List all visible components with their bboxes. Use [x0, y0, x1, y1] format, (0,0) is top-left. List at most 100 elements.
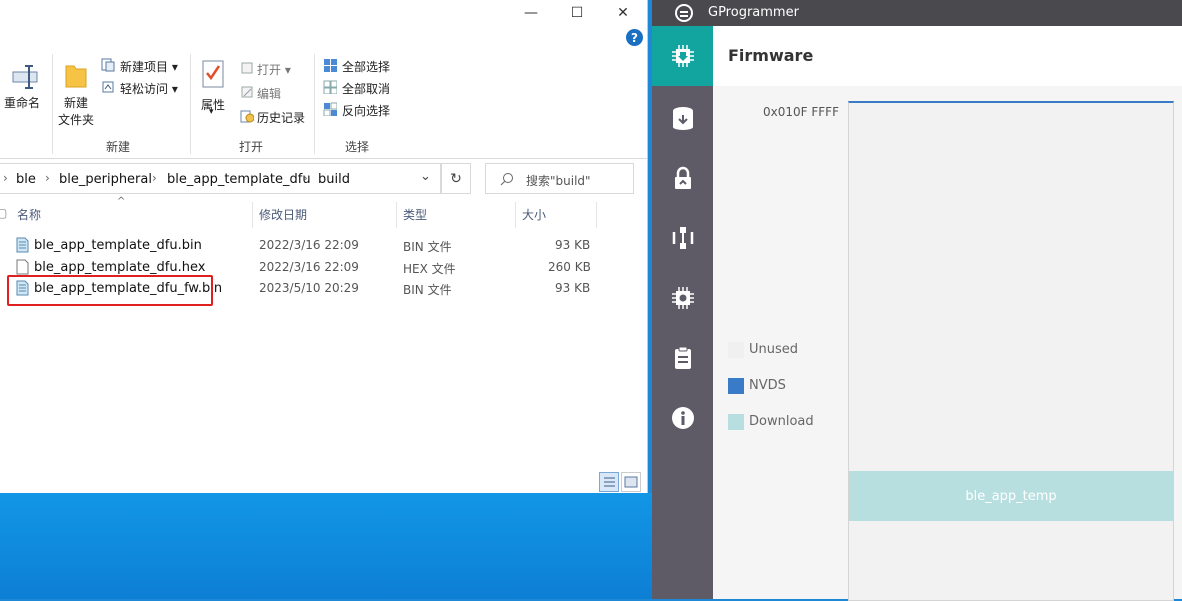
breadcrumb-ble-peripheral[interactable]: ble_peripheral: [59, 172, 152, 187]
open-icon: [241, 62, 253, 74]
sidebar-item-connection[interactable]: [652, 208, 713, 268]
legend-label: NVDS: [749, 378, 786, 393]
app-title: GProgrammer: [708, 5, 799, 20]
column-separator[interactable]: [515, 202, 516, 228]
easy-access-button[interactable]: 轻松访问 ▾: [120, 80, 178, 97]
select-none-icon: [323, 80, 337, 94]
select-none-button[interactable]: 全部取消: [342, 80, 390, 97]
sidebar-item-about[interactable]: [652, 388, 713, 448]
chevron-right-icon: ›: [45, 171, 50, 185]
details-view-button[interactable]: [599, 472, 619, 492]
details-view-icon: [604, 477, 615, 487]
file-date: 2022/3/16 22:09: [259, 238, 359, 252]
view-toggle: [599, 472, 643, 492]
large-icons-view-button[interactable]: [621, 472, 641, 492]
breadcrumb-build[interactable]: build: [318, 172, 350, 187]
new-item-button[interactable]: 新建项目 ▾: [120, 58, 178, 75]
sidebar-item-storage[interactable]: [652, 88, 713, 148]
firmware-panel: 0x010F FFFF Unused NVDS Download ble_app…: [713, 86, 1182, 601]
sort-ascending-icon: ^: [117, 196, 126, 207]
legend-swatch: [728, 378, 744, 394]
address-bar[interactable]: › ble › ble_peripheral › ble_app_templat…: [0, 163, 441, 194]
file-icon: [16, 259, 29, 275]
column-separator[interactable]: [396, 202, 397, 228]
column-header-name[interactable]: 名称: [17, 206, 41, 223]
info-icon: [671, 407, 694, 429]
ribbon-group-new: 新建: [106, 140, 131, 154]
connection-icon: [672, 227, 693, 249]
file-explorer-window: — ☐ ✕ ? 重命名 新建 文件夹 新建项目 ▾ 轻松访问 ▾ 新建 属性 ▾…: [0, 0, 648, 493]
address-dropdown-icon[interactable]: ⌄: [420, 169, 431, 184]
column-separator[interactable]: [596, 202, 597, 228]
gprogrammer-window: GProgrammer Firmware 0x010F FFFF Unused …: [652, 0, 1182, 601]
edit-button[interactable]: 编辑: [257, 85, 281, 102]
column-header-type[interactable]: 类型: [403, 206, 427, 223]
invert-selection-icon: [323, 102, 337, 116]
legend-swatch: [728, 342, 744, 358]
file-type: HEX 文件: [403, 262, 456, 276]
gprogrammer-logo-icon: [675, 4, 693, 22]
firmware-chip-icon: [671, 45, 694, 67]
refresh-button[interactable]: ↻: [441, 163, 471, 194]
close-button[interactable]: ✕: [600, 0, 646, 26]
chevron-right-icon: ›: [152, 171, 157, 185]
select-all-checkbox[interactable]: ▢: [0, 206, 7, 220]
address-top-label: 0x010F FFFF: [763, 105, 839, 119]
ribbon-separator: [314, 54, 315, 154]
invert-selection-button[interactable]: 反向选择: [342, 102, 390, 119]
download-block-label: ble_app_temp: [965, 488, 1057, 504]
storage-download-icon: [672, 107, 693, 130]
legend-label: Download: [749, 414, 814, 429]
chevron-right-icon: ›: [303, 171, 308, 185]
large-icons-view-icon: [624, 476, 638, 488]
ribbon-group-open: 打开: [239, 140, 264, 154]
column-header-date[interactable]: 修改日期: [259, 206, 307, 223]
sidebar-item-firmware[interactable]: [652, 26, 713, 86]
sidebar-item-chip-settings[interactable]: [652, 268, 713, 328]
easy-access-icon: [102, 81, 114, 93]
lock-icon: [674, 166, 691, 189]
file-name: ble_app_template_dfu.bin: [34, 238, 202, 253]
rename-button[interactable]: 重命名: [4, 94, 40, 111]
legend-label: Unused: [749, 342, 799, 357]
open-button[interactable]: 打开 ▾: [257, 61, 291, 78]
help-icon[interactable]: ?: [626, 29, 643, 46]
sidebar-item-encryption[interactable]: [652, 148, 713, 208]
breadcrumb-ble-app-template-dfu[interactable]: ble_app_template_dfu: [167, 172, 311, 187]
download-block[interactable]: ble_app_temp: [849, 471, 1173, 521]
file-date: 2022/3/16 22:09: [259, 260, 359, 274]
edit-icon: [241, 86, 253, 98]
file-row[interactable]: ble_app_template_dfu.bin 2022/3/16 22:09…: [0, 235, 600, 256]
gprogrammer-header: Firmware: [713, 26, 1182, 87]
ribbon: 重命名 新建 文件夹 新建项目 ▾ 轻松访问 ▾ 新建 属性 ▾ 打开 ▾ 编辑…: [0, 50, 647, 159]
bin-file-icon: [16, 237, 29, 253]
file-name: ble_app_template_dfu.hex: [34, 260, 206, 275]
breadcrumb-ble[interactable]: ble: [16, 172, 36, 187]
explorer-titlebar: — ☐ ✕: [0, 0, 647, 26]
chip-settings-icon: [671, 287, 694, 309]
file-date: 2023/5/10 20:29: [259, 281, 359, 295]
select-all-icon: [324, 59, 337, 72]
maximize-button[interactable]: ☐: [554, 0, 600, 26]
column-separator[interactable]: [252, 202, 253, 228]
search-input[interactable]: 搜索"build": [485, 163, 634, 194]
chevron-down-icon: ▾: [209, 107, 214, 117]
file-size: 93 KB: [555, 238, 591, 252]
highlight-annotation: [7, 275, 213, 306]
sidebar-item-log[interactable]: [652, 328, 713, 388]
search-placeholder: 搜索"build": [526, 174, 591, 188]
history-icon: [240, 110, 254, 123]
minimize-button[interactable]: —: [508, 0, 554, 26]
new-item-icon: [101, 58, 115, 72]
ribbon-separator: [190, 54, 191, 154]
new-folder-icon: [65, 65, 87, 88]
history-button[interactable]: 历史记录: [257, 109, 305, 126]
new-folder-button[interactable]: 新建: [64, 94, 88, 111]
gprogrammer-titlebar: GProgrammer: [652, 0, 1182, 26]
file-size: 260 KB: [548, 260, 591, 274]
refresh-icon: ↻: [450, 170, 462, 187]
select-all-button[interactable]: 全部选择: [342, 58, 390, 75]
search-icon: [500, 173, 513, 186]
column-header-size[interactable]: 大小: [522, 206, 546, 223]
file-type: BIN 文件: [403, 283, 452, 297]
